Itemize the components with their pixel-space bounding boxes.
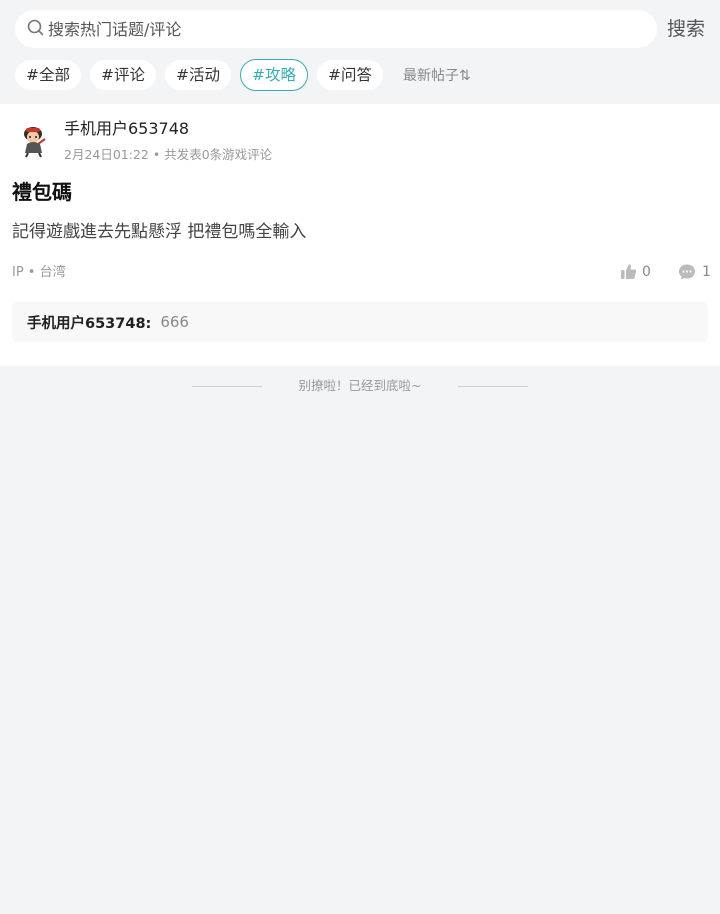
divider-right bbox=[458, 386, 528, 387]
tag-event[interactable]: #活动 bbox=[165, 60, 231, 90]
top-bar: 搜索 #全部 #评论 #活动 #攻略 #问答 最新帖子⇅ bbox=[0, 0, 720, 104]
like-count: 0 bbox=[642, 263, 651, 280]
reply-username: 手机用户653748: bbox=[27, 315, 152, 332]
comment-count: 1 bbox=[702, 264, 711, 280]
ip-location: IP • 台湾 bbox=[12, 265, 66, 280]
reply-text: 666 bbox=[160, 313, 189, 331]
post-meta: 2月24日01:22 • 共发表0条游戏评论 bbox=[64, 147, 273, 162]
tag-filter-bar: #全部 #评论 #活动 #攻略 #问答 最新帖子⇅ bbox=[15, 59, 471, 91]
sort-latest-button[interactable]: 最新帖子⇅ bbox=[403, 65, 471, 85]
tag-all[interactable]: #全部 bbox=[15, 60, 81, 90]
end-of-list-text: 别撩啦！已经到底啦~ bbox=[298, 378, 422, 393]
post-username[interactable]: 手机用户653748 bbox=[64, 118, 189, 140]
tag-guide[interactable]: #攻略 bbox=[240, 59, 308, 91]
search-input[interactable] bbox=[48, 19, 628, 39]
reply-preview[interactable]: 手机用户653748: 666 bbox=[12, 302, 708, 342]
thumbs-up-icon bbox=[621, 264, 637, 279]
tag-qa[interactable]: #问答 bbox=[317, 60, 383, 90]
tag-review[interactable]: #评论 bbox=[90, 60, 156, 90]
post-card[interactable]: 手机用户653748 2月24日01:22 • 共发表0条游戏评论 禮包碼 記得… bbox=[0, 104, 720, 366]
like-button[interactable]: 0 bbox=[620, 263, 651, 280]
search-icon bbox=[27, 19, 44, 40]
avatar[interactable] bbox=[14, 120, 54, 160]
search-button[interactable]: 搜索 bbox=[667, 17, 705, 41]
search-box[interactable] bbox=[15, 10, 657, 48]
post-title[interactable]: 禮包碼 bbox=[12, 178, 72, 206]
post-body[interactable]: 記得遊戲進去先點懸浮 把禮包嗎全輸入 bbox=[12, 220, 306, 244]
end-of-list-indicator: 别撩啦！已经到底啦~ bbox=[0, 366, 720, 406]
comment-button[interactable]: 1 bbox=[678, 263, 711, 281]
comment-icon bbox=[679, 264, 695, 280]
